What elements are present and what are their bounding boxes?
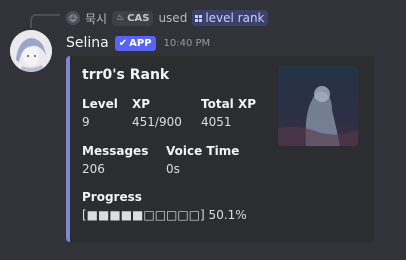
- field-messages-name: Messages: [82, 144, 149, 158]
- field-progress-name: Progress: [82, 190, 142, 204]
- reply-preview[interactable]: ☺ 묵시 ♨ CAS used level rank: [66, 9, 268, 27]
- field-progress-value: [■■■■■□□□□□] 50.1%: [82, 208, 247, 222]
- field-total-xp: Total XP 4051: [201, 97, 256, 130]
- reply-connector: [30, 14, 60, 28]
- field-voice-time-name: Voice Time: [166, 144, 240, 158]
- field-messages-value: 206: [82, 162, 105, 176]
- field-xp-name: XP: [132, 97, 151, 111]
- app-badge-label: APP: [129, 37, 152, 49]
- embed-title: trr0's Rank: [82, 67, 170, 83]
- field-voice-time-value: 0s: [166, 162, 180, 176]
- app-badge: ✔ APP: [114, 35, 156, 51]
- bot-username[interactable]: Selina: [66, 35, 109, 51]
- field-messages: Messages 206: [82, 144, 148, 177]
- tag-flame-icon: ♨: [116, 13, 125, 23]
- reply-used-text: used: [158, 11, 188, 25]
- server-tag-label: CAS: [127, 12, 150, 24]
- field-progress: Progress [■■■■■□□□□□] 50.1%: [82, 190, 247, 223]
- embed-thumbnail[interactable]: [278, 66, 358, 146]
- server-tag[interactable]: ♨ CAS: [112, 10, 154, 26]
- rank-embed: trr0's Rank Level 9 XP 451/900 Total XP …: [66, 56, 374, 242]
- slash-command-label: level rank: [205, 11, 265, 25]
- field-voice-time: Voice Time 0s: [166, 144, 239, 177]
- field-xp: XP 451/900: [132, 97, 182, 130]
- bot-avatar[interactable]: [10, 30, 52, 72]
- field-level: Level 9: [82, 97, 118, 130]
- field-total-xp-value: 4051: [201, 115, 232, 129]
- verified-check-icon: ✔: [118, 37, 128, 49]
- message-header: Selina ✔ APP 10:40 PM: [66, 33, 210, 53]
- slash-command-link[interactable]: level rank: [192, 10, 268, 26]
- reply-avatar[interactable]: ☺: [66, 11, 80, 25]
- field-level-value: 9: [82, 115, 90, 129]
- message-timestamp[interactable]: 10:40 PM: [164, 38, 211, 49]
- field-xp-value: 451/900: [132, 115, 182, 129]
- field-level-name: Level: [82, 97, 118, 111]
- field-total-xp-name: Total XP: [201, 97, 257, 111]
- reply-author-name[interactable]: 묵시: [85, 10, 107, 27]
- app-command-icon: [195, 14, 203, 22]
